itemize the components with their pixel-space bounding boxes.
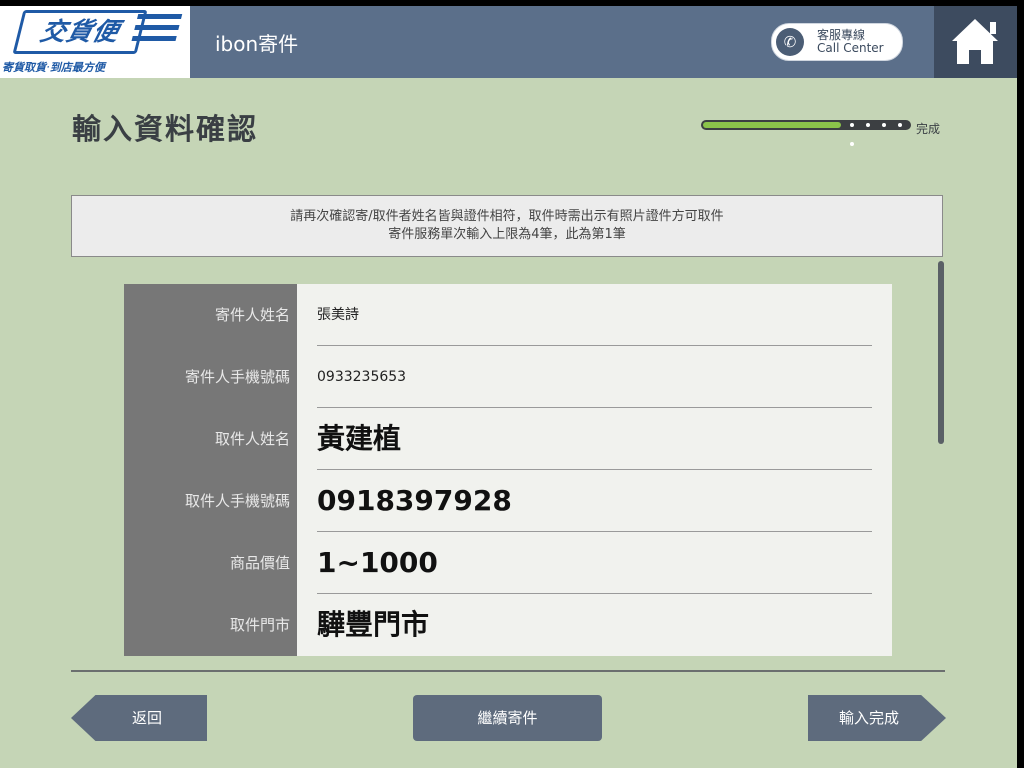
row-recipient-name: 取件人姓名 黃建植 [124,408,892,470]
home-icon [952,19,998,64]
header-bar: 交貨便 寄貨取貨‧到店最方便 ibon寄件 ✆ 客服專線 Call Center [0,6,1017,78]
row-label: 取件人姓名 [214,430,290,448]
row-item-value: 商品價值 1~1000 [124,532,892,594]
logo-slogan: 寄貨取貨‧到店最方便 [2,61,105,74]
screen: 交貨便 寄貨取貨‧到店最方便 ibon寄件 ✆ 客服專線 Call Center… [0,6,1017,768]
phone-icon: ✆ [776,28,804,56]
row-sender-phone: 寄件人手機號碼 0933235653 [124,346,892,408]
notice-line-2: 寄件服務單次輸入上限為4筆，此為第1筆 [388,227,626,242]
row-label: 商品價值 [229,554,290,572]
row-sender-name: 寄件人姓名 張美詩 [124,284,892,346]
page-title: 輸入資料確認 [72,112,259,146]
row-pickup-store: 取件門市 驊豐門市 [124,594,892,656]
row-label: 寄件人姓名 [214,306,290,324]
finish-input-button[interactable]: 輸入完成 [808,695,946,741]
logo-text: 交貨便 [12,10,148,54]
progress-bar [701,120,911,146]
sender-name-value: 張美詩 [317,307,359,323]
sender-phone-value: 0933235653 [317,369,407,385]
recipient-name-value: 黃建植 [317,422,402,455]
progress-steps [844,120,911,146]
bottom-divider [71,670,945,672]
continue-sending-button[interactable]: 繼續寄件 [413,695,602,741]
notice-line-1: 請再次確認寄/取件者姓名皆與證件相符，取件時需出示有照片證件方可取件 [290,209,724,224]
progress-fill [703,122,841,128]
pickup-store-value: 驊豐門市 [317,608,430,641]
back-button[interactable]: 返回 [71,695,207,741]
home-button[interactable] [934,6,1017,78]
logo-stripes [130,14,183,48]
row-recipient-phone: 取件人手機號碼 0918397928 [124,470,892,532]
row-label: 寄件人手機號碼 [184,368,290,386]
call-center-label-en: Call Center [817,41,884,55]
notice-box: 請再次確認寄/取件者姓名皆與證件相符，取件時需出示有照片證件方可取件 寄件服務單… [71,195,943,257]
row-label: 取件門市 [229,616,290,634]
recipient-phone-value: 0918397928 [317,484,512,517]
progress-label: 完成 [916,122,941,136]
header-title: ibon寄件 [215,32,299,56]
item-value-value: 1~1000 [317,546,438,579]
confirmation-form: 寄件人姓名 張美詩 寄件人手機號碼 0933235653 取件人姓名 黃建植 取… [124,284,892,656]
call-center-button[interactable]: ✆ 客服專線 Call Center [771,23,903,61]
brand-logo[interactable]: 交貨便 寄貨取貨‧到店最方便 [0,6,190,78]
scrollbar-thumb[interactable] [938,261,944,444]
row-label: 取件人手機號碼 [184,492,290,510]
